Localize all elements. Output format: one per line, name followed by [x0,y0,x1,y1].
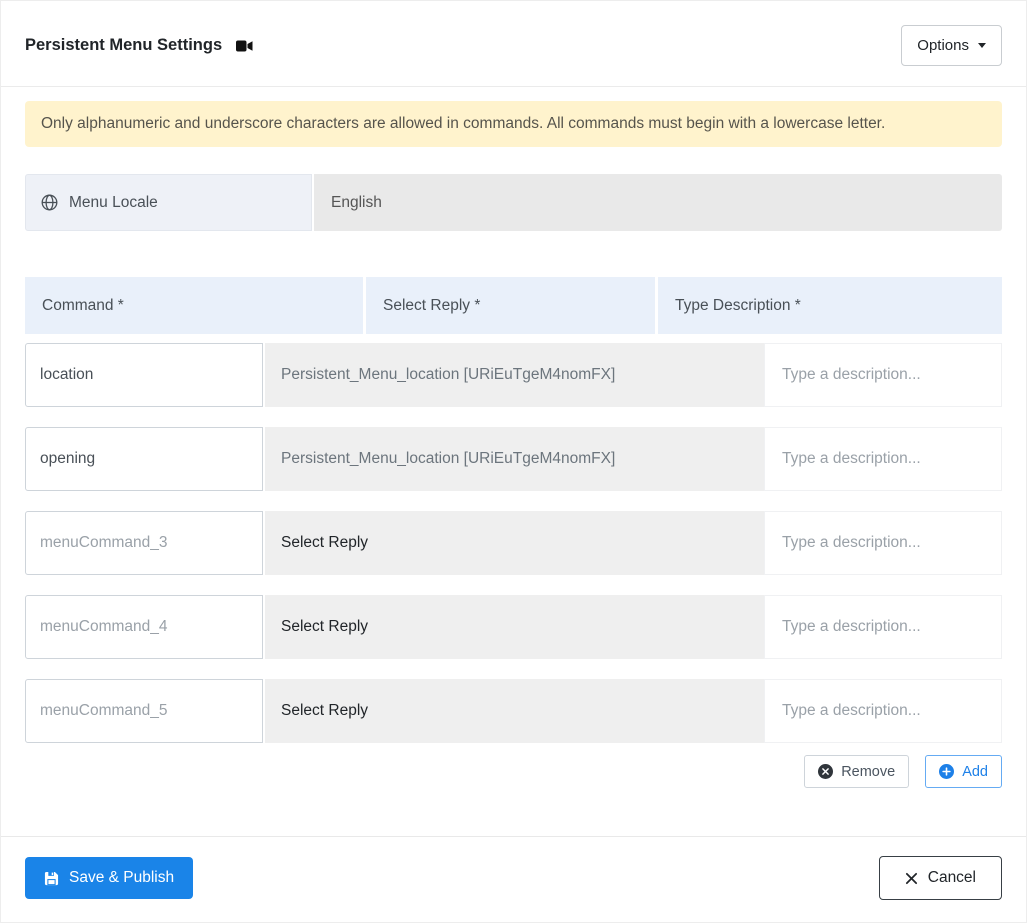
table-row: Select Reply [25,511,1002,575]
reply-select[interactable]: Select Reply [265,511,764,575]
description-input[interactable] [764,427,1002,491]
table-body: Persistent_Menu_location [URiEuTgeM4nomF… [25,343,1002,743]
column-header-description: Type Description * [658,277,1002,334]
table-row: Persistent_Menu_location [URiEuTgeM4nomF… [25,427,1002,491]
command-input[interactable] [25,679,263,743]
column-header-command: Command * [25,277,363,334]
close-icon [905,872,918,885]
warning-banner: Only alphanumeric and underscore charact… [25,101,1002,147]
panel-footer: Save & Publish Cancel [1,836,1026,900]
table-header: Command * Select Reply * Type Descriptio… [25,277,1002,334]
options-button-label: Options [917,37,969,54]
command-input[interactable] [25,595,263,659]
reply-select[interactable]: Persistent_Menu_location [URiEuTgeM4nomF… [265,427,764,491]
remove-button-label: Remove [841,763,896,780]
reply-select[interactable]: Select Reply [265,595,764,659]
menu-locale-select[interactable]: English [314,174,1002,231]
description-input[interactable] [764,343,1002,407]
globe-icon [41,194,58,211]
menu-locale-selected-value: English [331,193,382,211]
add-button-label: Add [962,763,988,780]
menu-locale-row: Menu Locale English [25,174,1002,231]
options-button[interactable]: Options [901,25,1002,66]
add-circle-icon [939,764,955,779]
page-title: Persistent Menu Settings [25,36,223,54]
description-input[interactable] [764,511,1002,575]
remove-circle-icon [818,764,834,779]
reply-select[interactable]: Select Reply [265,679,764,743]
remove-row-button[interactable]: Remove [804,755,910,788]
table-row: Select Reply [25,679,1002,743]
persistent-menu-settings-panel: Persistent Menu Settings Options Only al… [0,0,1027,923]
row-actions: Remove Add [25,755,1002,788]
panel-header: Persistent Menu Settings Options [25,25,1002,66]
table-row: Persistent_Menu_location [URiEuTgeM4nomF… [25,343,1002,407]
header-divider [1,86,1026,87]
cancel-button-label: Cancel [927,869,976,886]
description-input[interactable] [764,595,1002,659]
reply-select[interactable]: Persistent_Menu_location [URiEuTgeM4nomF… [265,343,764,407]
column-header-reply: Select Reply * [366,277,655,334]
title-wrap: Persistent Menu Settings [25,36,253,55]
menu-locale-label: Menu Locale [25,174,312,231]
save-publish-button[interactable]: Save & Publish [25,857,194,899]
video-camera-icon [236,40,253,52]
command-input[interactable] [25,427,263,491]
save-icon [44,871,59,886]
chevron-down-icon [978,43,986,48]
command-input[interactable] [25,343,263,407]
cancel-button[interactable]: Cancel [878,856,1002,900]
menu-locale-label-text: Menu Locale [69,193,158,211]
command-input[interactable] [25,511,263,575]
save-publish-label: Save & Publish [69,869,175,886]
table-row: Select Reply [25,595,1002,659]
description-input[interactable] [764,679,1002,743]
add-row-button[interactable]: Add [925,755,1002,788]
